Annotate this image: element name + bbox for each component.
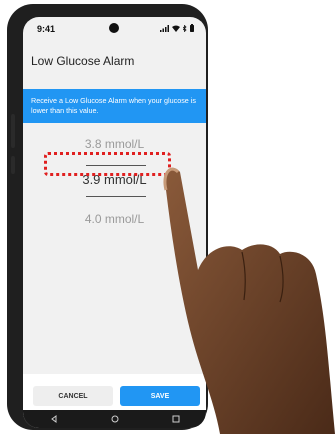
volume-button: [11, 114, 15, 148]
cancel-button[interactable]: CANCEL: [33, 386, 113, 406]
banner-text: Receive a Low Glucose Alarm when your gl…: [31, 96, 196, 115]
wifi-icon: [172, 25, 180, 34]
bluetooth-icon: [182, 24, 187, 34]
back-icon[interactable]: [50, 415, 58, 423]
info-banner: Receive a Low Glucose Alarm when your gl…: [23, 89, 206, 123]
status-bar: 9:41: [23, 17, 206, 41]
front-camera: [109, 23, 119, 33]
app-bar: Low Glucose Alarm: [23, 47, 206, 75]
picker-option-prev[interactable]: 3.8 mmol/L: [23, 137, 206, 151]
home-icon[interactable]: [111, 415, 119, 423]
status-icons: [160, 24, 194, 34]
pointing-hand-illustration: [163, 167, 335, 434]
picker-divider-bottom: [86, 196, 146, 197]
page-title: Low Glucose Alarm: [31, 54, 135, 68]
signal-icon: [160, 24, 169, 34]
status-time: 9:41: [37, 24, 56, 34]
power-button: [11, 156, 15, 174]
battery-icon: [190, 24, 194, 34]
